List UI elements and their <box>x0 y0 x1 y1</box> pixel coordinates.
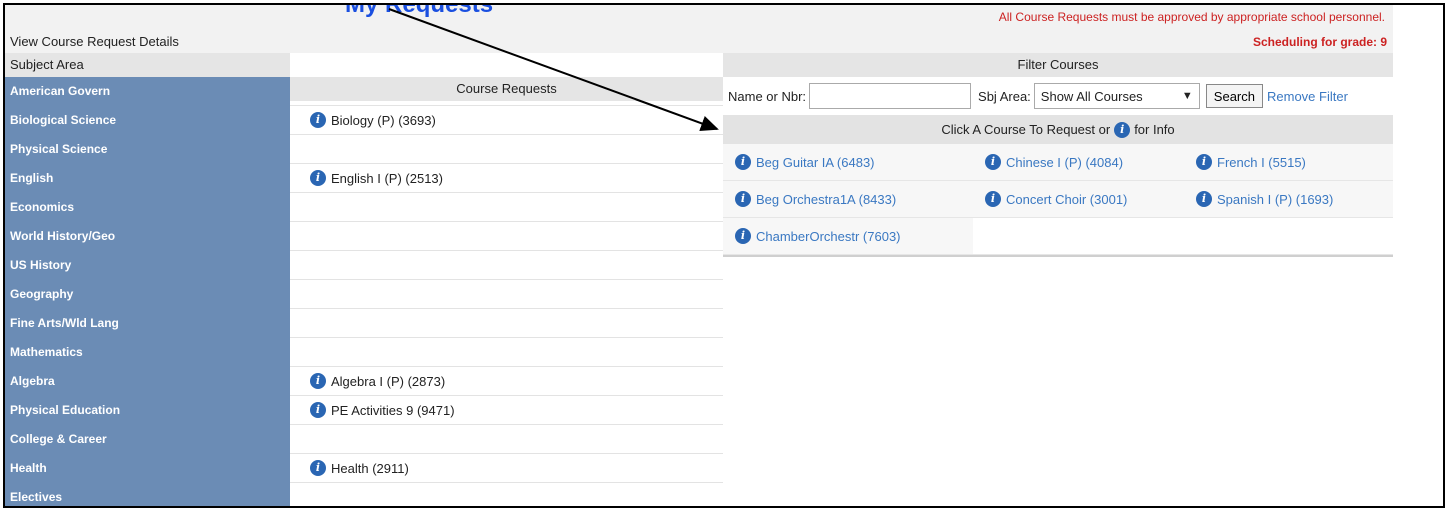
info-icon[interactable]: i <box>310 460 326 476</box>
course-option[interactable]: i Concert Choir (3001) <box>973 181 1184 218</box>
course-grid-empty-cell <box>1184 218 1393 255</box>
subject-area-item[interactable]: Physical Science <box>5 135 290 164</box>
name-label: Name or Nbr: <box>728 88 807 104</box>
search-button[interactable]: Search <box>1205 84 1263 108</box>
info-icon[interactable]: i <box>1196 191 1212 207</box>
subject-area-item[interactable]: English <box>5 164 290 193</box>
info-icon[interactable]: i <box>985 154 1001 170</box>
page-frame: My Requests All Course Requests must be … <box>3 3 1445 508</box>
subject-area-item[interactable]: American Govern <box>5 77 290 106</box>
subject-area-item[interactable]: Physical Education <box>5 396 290 425</box>
course-request-row <box>290 193 723 222</box>
course-request-row <box>290 135 723 164</box>
course-grid-empty-cell <box>973 218 1184 255</box>
subject-area-item[interactable]: Economics <box>5 193 290 222</box>
course-request-row <box>290 425 723 454</box>
course-option-label: Concert Choir (3001) <box>1006 191 1128 207</box>
course-option-label: Spanish I (P) (1693) <box>1217 191 1334 207</box>
click-header-text-after: for Info <box>1134 122 1175 137</box>
sbj-area-label: Sbj Area: <box>978 88 1031 104</box>
course-option[interactable]: i ChamberOrchestr (7603) <box>723 218 973 255</box>
view-details-link[interactable]: View Course Request Details <box>10 34 179 49</box>
course-option[interactable]: i Chinese I (P) (4084) <box>973 144 1184 181</box>
approval-notice: All Course Requests must be approved by … <box>998 10 1385 24</box>
name-search-input[interactable] <box>809 83 972 109</box>
course-request-row <box>290 77 723 106</box>
subject-area-item[interactable]: Electives <box>5 483 290 506</box>
course-request-label: PE Activities 9 (9471) <box>331 402 455 418</box>
request-list: i Biology (P) (3693) i English I (P) (2513)… <box>290 77 723 506</box>
info-icon[interactable]: i <box>735 191 751 207</box>
subject-area-item[interactable]: College & Career <box>5 425 290 454</box>
subject-area-header: Subject Area <box>5 53 290 77</box>
course-option-label: Chinese I (P) (4084) <box>1006 154 1124 170</box>
course-option[interactable]: i Beg Guitar IA (6483) <box>723 144 973 181</box>
course-request-row <box>290 309 723 338</box>
remove-filter-link[interactable]: Remove Filter <box>1267 89 1348 104</box>
info-icon: i <box>1114 121 1131 138</box>
info-icon[interactable]: i <box>310 402 326 418</box>
subject-list: American Govern Biological Science Physica… <box>5 77 290 506</box>
course-request-label: Health (2911) <box>331 460 409 476</box>
course-option-label: French I (5515) <box>1217 154 1306 170</box>
dropdown-arrow-icon: ▼ <box>1181 90 1193 102</box>
info-icon[interactable]: i <box>735 154 751 170</box>
subject-area-item[interactable]: Algebra <box>5 367 290 396</box>
course-request-label: Biology (P) (3693) <box>331 112 436 128</box>
course-option-label: ChamberOrchestr (7603) <box>756 228 901 244</box>
course-option[interactable]: i Beg Orchestra1A (8433) <box>723 181 973 218</box>
subject-area-item[interactable]: Fine Arts/Wld Lang <box>5 309 290 338</box>
course-request-label: English I (P) (2513) <box>331 170 443 186</box>
info-icon[interactable]: i <box>735 228 751 244</box>
course-request-row <box>290 338 723 367</box>
click-course-header: Click A Course To Request or i for Info <box>723 115 1393 144</box>
course-request-row: i English I (P) (2513) <box>290 164 723 193</box>
info-icon[interactable]: i <box>310 112 326 128</box>
course-option[interactable]: i Spanish I (P) (1693) <box>1184 181 1393 218</box>
filter-bar: Name or Nbr: Sbj Area: Show All Courses … <box>723 81 1393 111</box>
course-request-row: i Biology (P) (3693) <box>290 106 723 135</box>
info-icon[interactable]: i <box>985 191 1001 207</box>
course-request-row <box>290 251 723 280</box>
course-request-row: i Health (2911) <box>290 454 723 483</box>
course-request-row <box>290 483 723 506</box>
subject-area-item[interactable]: World History/Geo <box>5 222 290 251</box>
course-request-row <box>290 280 723 309</box>
info-icon[interactable]: i <box>310 170 326 186</box>
subject-area-item[interactable]: Geography <box>5 280 290 309</box>
subject-area-item[interactable]: Biological Science <box>5 106 290 135</box>
course-option-label: Beg Guitar IA (6483) <box>756 154 875 170</box>
filter-courses-header: Filter Courses <box>723 53 1393 77</box>
grade-text: Scheduling for grade: 9 <box>1252 35 1387 49</box>
course-request-row: i Algebra I (P) (2873) <box>290 367 723 396</box>
subject-area-item[interactable]: Mathematics <box>5 338 290 367</box>
course-option[interactable]: i French I (5515) <box>1184 144 1393 181</box>
info-icon[interactable]: i <box>310 373 326 389</box>
page-title: My Requests <box>345 3 494 18</box>
course-request-label: Algebra I (P) (2873) <box>331 373 446 389</box>
course-option-label: Beg Orchestra1A (8433) <box>756 191 897 207</box>
subject-area-item[interactable]: Health <box>5 454 290 483</box>
info-icon[interactable]: i <box>1196 154 1212 170</box>
subject-area-item[interactable]: US History <box>5 251 290 280</box>
course-request-row <box>290 222 723 251</box>
sbj-area-select[interactable]: Show All Courses ▼ <box>1033 83 1200 109</box>
course-grid: i Beg Guitar IA (6483) i Chinese I (P) (408… <box>723 144 1393 257</box>
course-request-row: i PE Activities 9 (9471) <box>290 396 723 425</box>
click-header-text-before: Click A Course To Request or <box>941 122 1111 137</box>
sbj-area-selected: Show All Courses <box>1040 88 1143 104</box>
